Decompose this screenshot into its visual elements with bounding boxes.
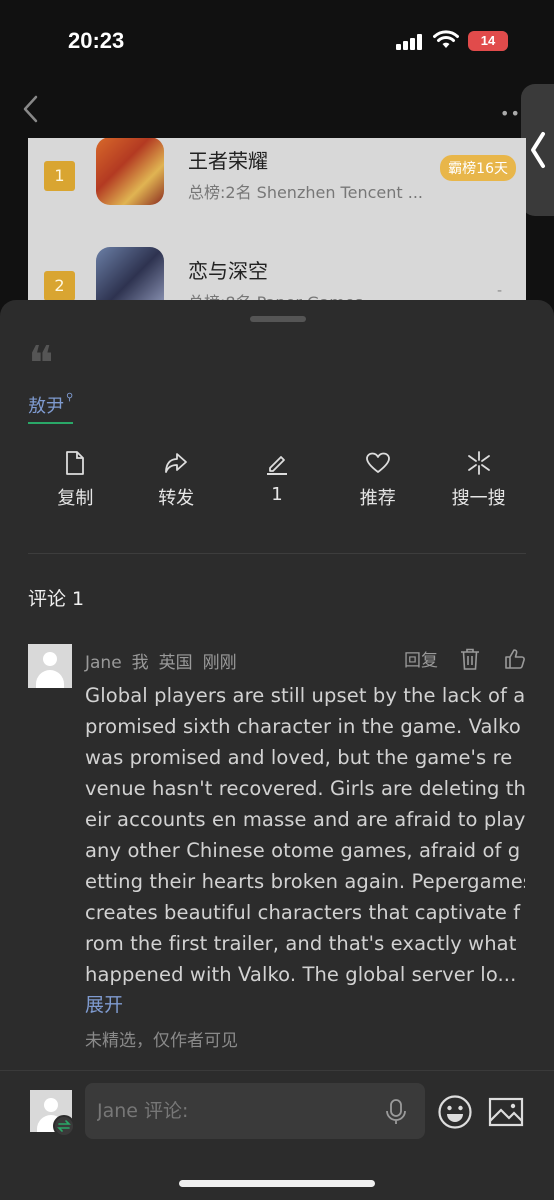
expand-link[interactable]: 展开 xyxy=(85,990,123,1017)
battery-icon: 14 xyxy=(468,31,508,51)
comment-line: eir accounts en masse and are afraid to … xyxy=(85,808,525,831)
chevron-left-icon xyxy=(531,132,545,168)
recommend-label: 推荐 xyxy=(359,488,396,509)
forward-button[interactable]: 转发 xyxy=(126,450,227,514)
action-row: 复制 转发 1 推荐 搜一搜 xyxy=(25,450,529,514)
search-button[interactable]: 搜一搜 xyxy=(428,450,529,514)
comment-actions: 回复 xyxy=(404,646,526,671)
comment-author: Jane xyxy=(85,653,122,673)
comment-line: happened with Valko. The global server l… xyxy=(85,963,517,986)
comment-time: 刚刚 xyxy=(202,653,237,673)
rank-row[interactable]: 1 王者荣耀 总榜:2名 Shenzhen Tencent ... 霸榜16天 xyxy=(28,138,526,225)
comment-line: Global players are still upset by the la… xyxy=(85,684,525,707)
trash-icon[interactable] xyxy=(460,648,480,670)
app-icon-lysk xyxy=(96,247,164,300)
pen-icon xyxy=(266,456,287,475)
reply-button[interactable]: 回复 xyxy=(404,646,438,671)
signal-icon xyxy=(396,34,424,50)
rank-badge: 霸榜16天 xyxy=(440,155,516,181)
switch-account-icon[interactable] xyxy=(53,1115,75,1137)
comment-input-bar xyxy=(0,1080,554,1150)
sheet-grabber[interactable] xyxy=(250,316,306,322)
microphone-icon[interactable] xyxy=(385,1098,407,1126)
comment-line: any other Chinese otome games, afraid of… xyxy=(85,839,521,862)
rank-number: 1 xyxy=(44,161,75,191)
divider xyxy=(28,553,526,554)
article-content: 1 王者荣耀 总榜:2名 Shenzhen Tencent ... 霸榜16天 … xyxy=(28,138,526,300)
app-rank-info: 总榜:8名 Paper Games xyxy=(188,289,363,300)
forward-label: 转发 xyxy=(158,488,195,509)
app-rank-info: 总榜:2名 Shenzhen Tencent ... xyxy=(188,183,423,202)
forward-icon xyxy=(165,453,188,473)
search-mini-icon: ⚲ xyxy=(66,392,74,403)
comment-line: creates beautiful characters that captiv… xyxy=(85,901,521,924)
thumbs-up-icon[interactable] xyxy=(504,648,526,670)
heart-icon xyxy=(365,452,390,473)
comment-input[interactable] xyxy=(85,1083,425,1139)
underline-button[interactable]: 1 xyxy=(227,450,328,514)
rank-number: 2 xyxy=(44,271,75,300)
app-icon-wzry xyxy=(96,138,164,205)
status-bar: 20:23 14 xyxy=(0,0,554,80)
home-indicator[interactable] xyxy=(179,1180,375,1187)
top-nav: •• xyxy=(0,80,554,138)
quoted-text-value: 敖尹 xyxy=(28,396,64,417)
comment-tag: 英国 xyxy=(158,653,193,673)
comment-line: promised sixth character in the game. Va… xyxy=(85,715,521,738)
back-chevron-icon[interactable] xyxy=(20,94,42,124)
image-icon[interactable] xyxy=(488,1097,524,1127)
rank-row[interactable]: 2 恋与深空 总榜:8名 Paper Games - xyxy=(28,223,526,300)
comment-line: was promised and loved, but the game's r… xyxy=(85,746,513,769)
copy-button[interactable]: 复制 xyxy=(25,450,126,514)
search-label: 搜一搜 xyxy=(451,488,506,509)
comment-line: rom the first trailer, and that's exactl… xyxy=(85,932,517,955)
comments-heading: 评论 1 xyxy=(28,588,85,610)
recommend-button[interactable]: 推荐 xyxy=(327,450,428,514)
comment-line: venue hasn't recovered. Girls are deleti… xyxy=(85,777,525,800)
wifi-icon xyxy=(433,30,459,48)
quote-mark-icon: ❝ xyxy=(28,336,54,392)
comment-tag: 我 xyxy=(131,653,149,673)
search-sparkle-icon xyxy=(467,451,490,475)
copy-label: 复制 xyxy=(57,488,94,509)
avatar[interactable] xyxy=(28,644,72,688)
emoji-icon[interactable] xyxy=(437,1094,473,1130)
app-name: 王者荣耀 xyxy=(188,149,268,173)
copy-icon xyxy=(66,451,85,475)
quote-action-sheet: ❝ 敖尹 ⚲ 复制 转发 1 推荐 搜一搜 评论 1 Jane 我 英国 刚刚 … xyxy=(0,300,554,1200)
more-icon[interactable]: •• xyxy=(500,104,521,123)
quoted-text[interactable]: 敖尹 ⚲ xyxy=(28,392,74,424)
app-name: 恋与深空 xyxy=(188,259,268,283)
divider xyxy=(0,1070,554,1071)
comment-line: etting their hearts broken again. Peperg… xyxy=(85,870,525,893)
underline-count: 1 xyxy=(271,484,283,505)
visibility-note: 未精选，仅作者可见 xyxy=(85,1031,238,1051)
comment-text: Global players are still upset by the la… xyxy=(85,680,525,990)
comment-meta: Jane 我英国 刚刚 xyxy=(85,648,247,673)
status-time: 20:23 xyxy=(68,28,125,53)
rank-badge: - xyxy=(496,283,502,299)
